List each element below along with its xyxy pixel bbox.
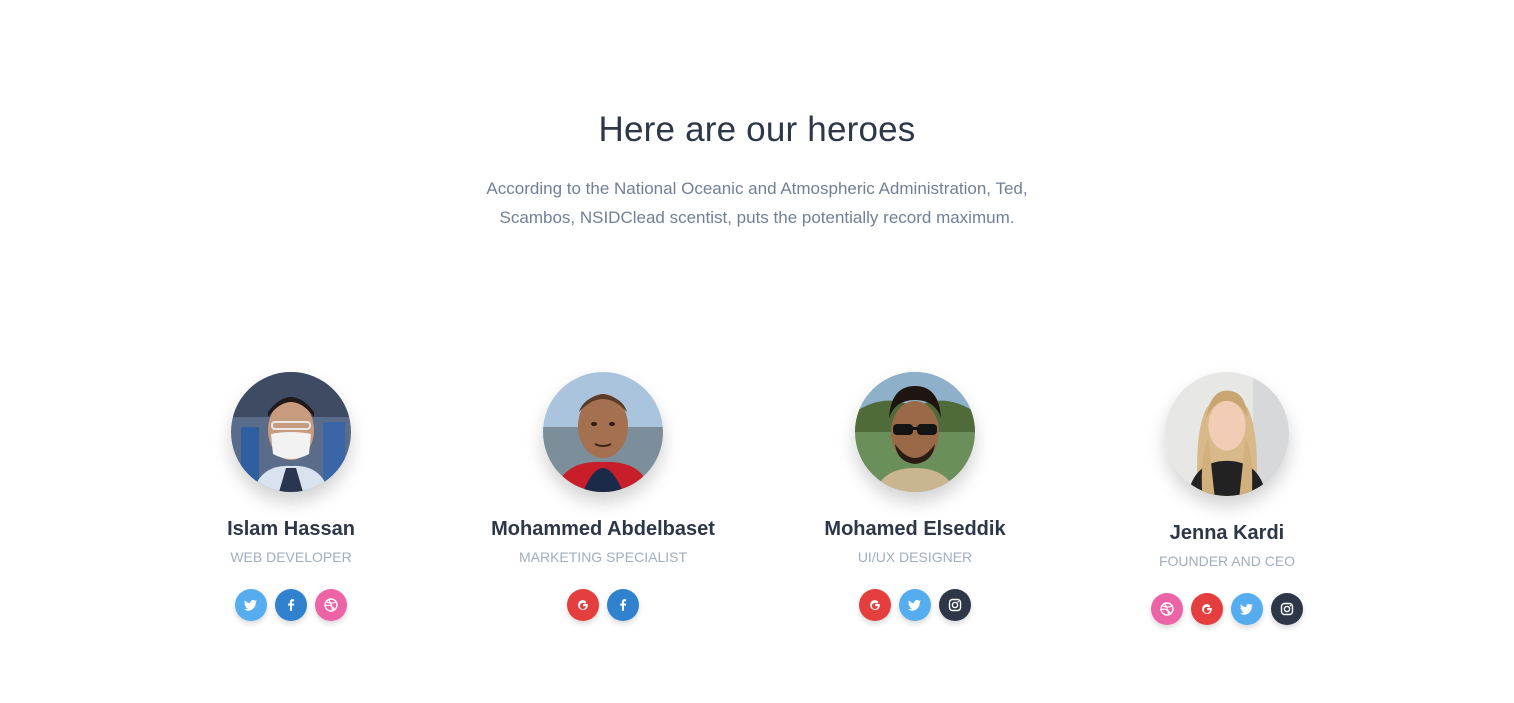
google-icon	[1202, 604, 1212, 614]
dribbble-button[interactable]	[1151, 593, 1183, 625]
google-button[interactable]	[567, 589, 599, 621]
facebook-button[interactable]	[275, 589, 307, 621]
avatar-photo	[543, 372, 663, 492]
twitter-icon	[1240, 603, 1253, 615]
instagram-button[interactable]	[939, 589, 971, 621]
section-title: Here are our heroes	[598, 110, 916, 149]
avatar	[543, 372, 663, 492]
member-name: Mohamed Elseddik	[824, 518, 1006, 540]
avatar-photo	[1165, 372, 1289, 496]
twitter-button[interactable]	[899, 589, 931, 621]
instagram-icon	[948, 598, 962, 612]
avatar	[855, 372, 975, 492]
avatar-photo	[231, 372, 351, 492]
avatar-photo	[855, 372, 975, 492]
member-name: Mohammed Abdelbaset	[491, 518, 715, 540]
twitter-button[interactable]	[1231, 593, 1263, 625]
member-role: Marketing Specialist	[518, 549, 688, 565]
member-role: Web Developer	[230, 549, 352, 565]
member-name: Jenna Kardi	[1169, 522, 1285, 544]
member-role: UI/UX Designer	[857, 549, 973, 565]
google-icon	[578, 600, 588, 610]
team-member-card: Islam Hassan Web Developer	[141, 372, 441, 621]
facebook-icon	[620, 599, 627, 611]
facebook-button[interactable]	[607, 589, 639, 621]
dribbble-icon	[324, 598, 338, 612]
social-links	[453, 589, 753, 621]
social-links	[1077, 593, 1377, 625]
twitter-icon	[244, 599, 257, 611]
avatar	[231, 372, 351, 492]
avatar	[1165, 372, 1289, 496]
member-name: Islam Hassan	[227, 518, 355, 540]
twitter-button[interactable]	[235, 589, 267, 621]
social-links	[765, 589, 1065, 621]
team-member-card: Jenna Kardi Founder and CEO	[1077, 372, 1377, 625]
team-member-card: Mohamed Elseddik UI/UX Designer	[765, 372, 1065, 621]
instagram-icon	[1280, 602, 1294, 616]
team-member-card: Mohammed Abdelbaset Marketing Specialist	[453, 372, 753, 621]
instagram-button[interactable]	[1271, 593, 1303, 625]
twitter-icon	[908, 599, 921, 611]
dribbble-icon	[1160, 602, 1174, 616]
facebook-icon	[288, 599, 295, 611]
team-section: Here are our heroes According to the Nat…	[0, 0, 1514, 703]
social-links	[141, 589, 441, 621]
google-icon	[870, 600, 880, 610]
member-role: Founder and CEO	[1158, 553, 1296, 569]
section-description: According to the National Oceanic and At…	[486, 179, 1028, 227]
google-button[interactable]	[859, 589, 891, 621]
dribbble-button[interactable]	[315, 589, 347, 621]
google-button[interactable]	[1191, 593, 1223, 625]
